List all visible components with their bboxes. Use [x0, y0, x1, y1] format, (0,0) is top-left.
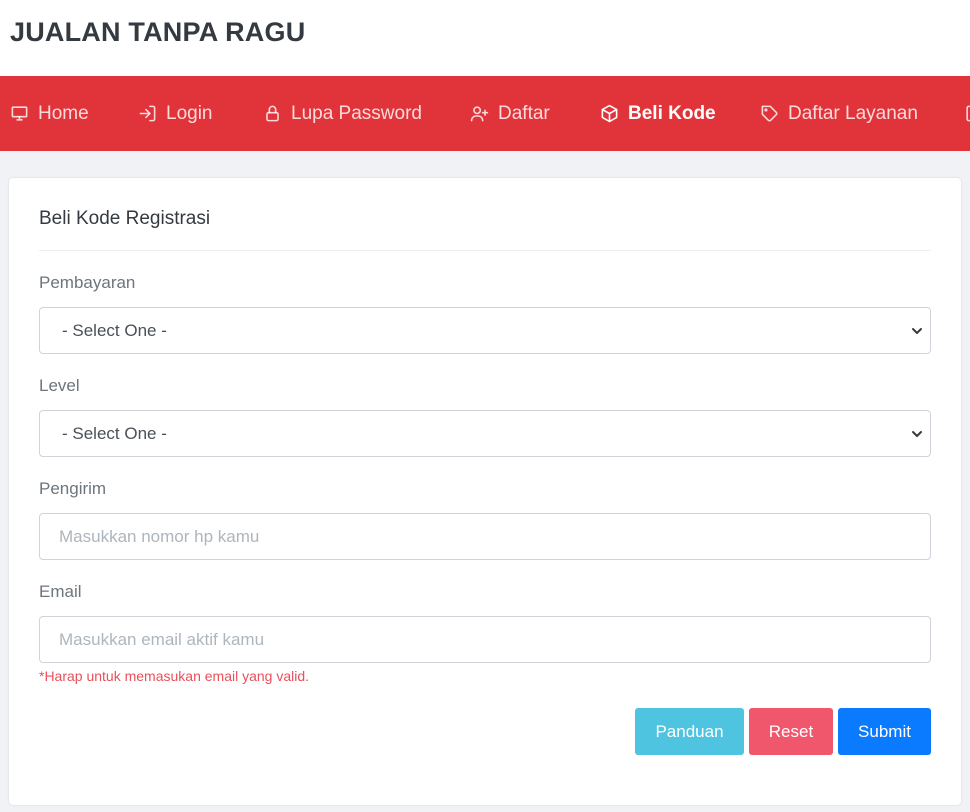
email-placeholder: Masukkan email aktif kamu: [59, 629, 265, 649]
nav-item-daftar-layanan[interactable]: Daftar Layanan: [760, 76, 918, 151]
email-label: Email: [39, 582, 82, 601]
submit-button[interactable]: Submit: [838, 708, 931, 755]
document-icon: [966, 105, 970, 122]
pembayaran-value: - Select One -: [62, 320, 167, 340]
tag-icon: [761, 105, 778, 122]
card-title: Beli Kode Registrasi: [39, 208, 211, 229]
login-icon: [139, 105, 156, 122]
nav-item-lupa-password[interactable]: Lupa Password: [263, 76, 422, 151]
brand-bar: JUALAN TANPA RAGU: [0, 0, 970, 76]
nav-item-daftar[interactable]: Daftar: [470, 76, 550, 151]
card-divider: [39, 250, 931, 251]
pembayaran-label: Pembayaran: [39, 273, 136, 292]
nav-item-home[interactable]: Home: [10, 76, 89, 151]
email-hint: *Harap untuk memasukan email yang valid.: [39, 668, 310, 684]
pengirim-input[interactable]: Masukkan nomor hp kamu: [39, 513, 931, 560]
monitor-icon: [11, 106, 28, 121]
level-select[interactable]: - Select One -: [39, 410, 931, 457]
reset-button[interactable]: Reset: [749, 708, 833, 755]
nav-item-label: Daftar: [498, 102, 550, 124]
email-input[interactable]: Masukkan email aktif kamu: [39, 616, 931, 663]
nav-item-label: Lupa Password: [291, 102, 422, 124]
brand-title[interactable]: JUALAN TANPA RAGU: [10, 17, 305, 48]
nav-item-overflow[interactable]: [964, 76, 970, 151]
nav-item-label: Daftar Layanan: [788, 102, 918, 124]
lock-icon: [266, 105, 279, 122]
level-label: Level: [39, 376, 80, 395]
package-icon: [601, 104, 618, 123]
pembayaran-select[interactable]: - Select One -: [39, 307, 931, 354]
registration-card: Beli Kode Registrasi Pembayaran - Select…: [9, 178, 961, 805]
nav-item-label: Home: [38, 102, 89, 124]
panduan-button[interactable]: Panduan: [635, 708, 744, 755]
nav-item-beli-kode[interactable]: Beli Kode: [600, 76, 716, 151]
nav-item-login[interactable]: Login: [138, 76, 213, 151]
nav-item-label: Login: [166, 102, 213, 124]
chevron-down-icon: [912, 431, 922, 437]
pengirim-placeholder: Masukkan nomor hp kamu: [59, 526, 260, 546]
level-value: - Select One -: [62, 423, 167, 443]
pengirim-label: Pengirim: [39, 479, 107, 498]
main-nav: Home Login Lupa Password Daftar Beli Kod…: [0, 76, 970, 151]
chevron-down-icon: [912, 328, 922, 334]
user-plus-icon: [470, 106, 489, 122]
nav-item-label: Beli Kode: [628, 102, 716, 124]
